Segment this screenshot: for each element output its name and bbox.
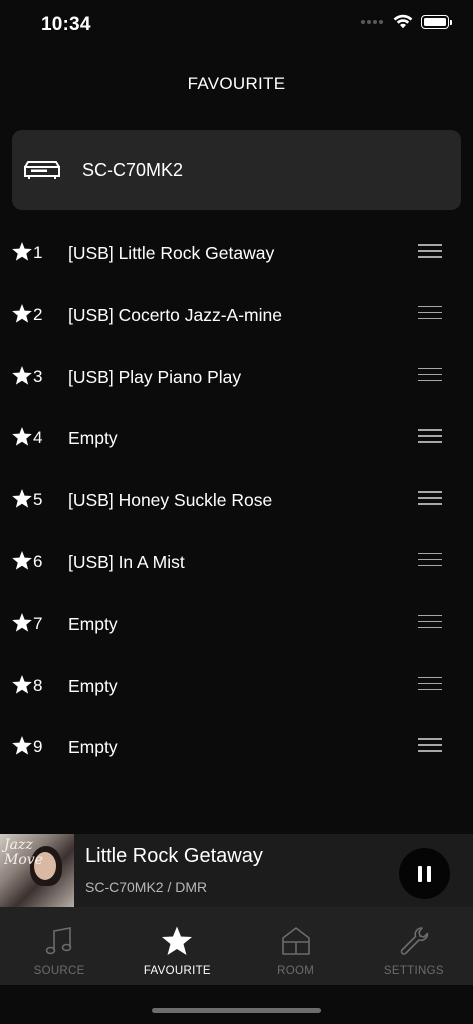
favourite-number: 4: [33, 428, 43, 448]
star-icon: [12, 550, 32, 570]
tab-room[interactable]: ROOM: [237, 907, 355, 985]
favourite-row[interactable]: 7 Empty: [0, 593, 473, 655]
home-indicator[interactable]: [152, 1008, 321, 1013]
favourite-row[interactable]: 3 [USB] Play Piano Play: [0, 346, 473, 408]
tab-settings-label: SETTINGS: [383, 965, 444, 977]
favourite-number: 2: [33, 304, 43, 324]
reorder-handle-icon[interactable]: [418, 738, 442, 754]
favourite-title: [USB] Honey Suckle Rose: [68, 490, 273, 511]
status-indicators: [361, 14, 452, 29]
reorder-handle-icon[interactable]: [418, 305, 442, 322]
favourite-row[interactable]: 4 Empty: [0, 407, 473, 469]
wifi-icon: [393, 14, 413, 29]
pause-button[interactable]: [399, 848, 450, 899]
cd-receiver-icon: [23, 159, 61, 181]
favourite-number: 7: [33, 613, 43, 633]
favourite-number: 5: [33, 490, 43, 510]
star-icon: [12, 674, 32, 694]
pause-icon: [418, 865, 422, 882]
house-icon: [281, 927, 310, 955]
reorder-handle-icon[interactable]: [418, 367, 442, 384]
now-playing-subtitle: SC-C70MK2 / DMR: [85, 879, 208, 895]
star-icon: [12, 242, 32, 261]
album-art-text: Jazz Move: [4, 837, 43, 868]
favourite-title: [USB] In A Mist: [68, 551, 185, 572]
favourite-number: 3: [33, 366, 43, 386]
favourite-row[interactable]: 8 Empty: [0, 655, 473, 717]
music-note-icon: [45, 927, 72, 955]
tab-favourite-label: FAVOURITE: [143, 965, 211, 977]
favourite-title: Empty: [68, 428, 118, 449]
reorder-handle-icon[interactable]: [418, 614, 442, 631]
tab-source[interactable]: SOURCE: [0, 907, 118, 985]
tab-room-label: ROOM: [277, 965, 315, 977]
reorder-handle-icon[interactable]: [418, 429, 442, 445]
star-icon: [12, 303, 32, 323]
favourite-row[interactable]: 6 [USB] In A Mist: [0, 531, 473, 593]
cellular-signal-icon: [361, 19, 383, 24]
favourite-number: 6: [33, 551, 43, 571]
favourite-title: [USB] Play Piano Play: [68, 366, 242, 387]
star-icon: [12, 612, 32, 632]
star-icon: [12, 489, 32, 508]
page-title: FAVOURITE: [187, 74, 286, 93]
tab-bar: SOURCE FAVOURITE ROOM SETTINGS: [0, 907, 473, 985]
favourite-title: Empty: [68, 613, 118, 634]
reorder-handle-icon[interactable]: [418, 244, 442, 260]
favourite-row[interactable]: 9 Empty: [0, 716, 473, 778]
battery-icon: [421, 14, 452, 29]
favourite-list: 1 [USB] Little Rock Getaway 2 [USB] Cocerto…: [0, 222, 473, 778]
favourite-title: Empty: [68, 675, 118, 696]
favourite-title: [USB] Little Rock Getaway: [68, 243, 275, 263]
favourite-title: [USB] Cocerto Jazz-A-mine: [68, 304, 282, 325]
bottom-safe-area: [0, 985, 473, 1024]
star-icon: [162, 926, 193, 955]
status-bar: 10:34: [0, 0, 473, 50]
favourite-row[interactable]: 1 [USB] Little Rock Getaway: [0, 222, 473, 284]
album-art[interactable]: Jazz Move: [0, 834, 74, 907]
favourite-number: 8: [33, 675, 43, 695]
now-playing-title: Little Rock Getaway: [85, 845, 263, 867]
reorder-handle-icon[interactable]: [418, 491, 442, 507]
favourite-title: Empty: [68, 737, 118, 758]
favourite-number: 1: [33, 243, 43, 262]
favourite-row[interactable]: 5 [USB] Honey Suckle Rose: [0, 469, 473, 531]
star-icon: [12, 427, 32, 446]
device-name: SC-C70MK2: [82, 159, 184, 180]
star-icon: [12, 736, 32, 755]
status-time: 10:34: [41, 14, 91, 35]
favourite-number: 9: [33, 737, 43, 757]
tab-favourite[interactable]: FAVOURITE: [118, 907, 236, 985]
favourite-row[interactable]: 2 [USB] Cocerto Jazz-A-mine: [0, 284, 473, 346]
tab-source-label: SOURCE: [33, 965, 85, 977]
star-icon: [12, 365, 32, 385]
wrench-icon: [400, 927, 429, 955]
tab-settings[interactable]: SETTINGS: [355, 907, 473, 985]
reorder-handle-icon[interactable]: [418, 676, 442, 693]
now-playing-bar[interactable]: Jazz Move Little Rock Getaway SC-C70MK2 …: [0, 834, 473, 907]
reorder-handle-icon[interactable]: [418, 552, 442, 569]
device-selector[interactable]: SC-C70MK2: [12, 130, 461, 210]
